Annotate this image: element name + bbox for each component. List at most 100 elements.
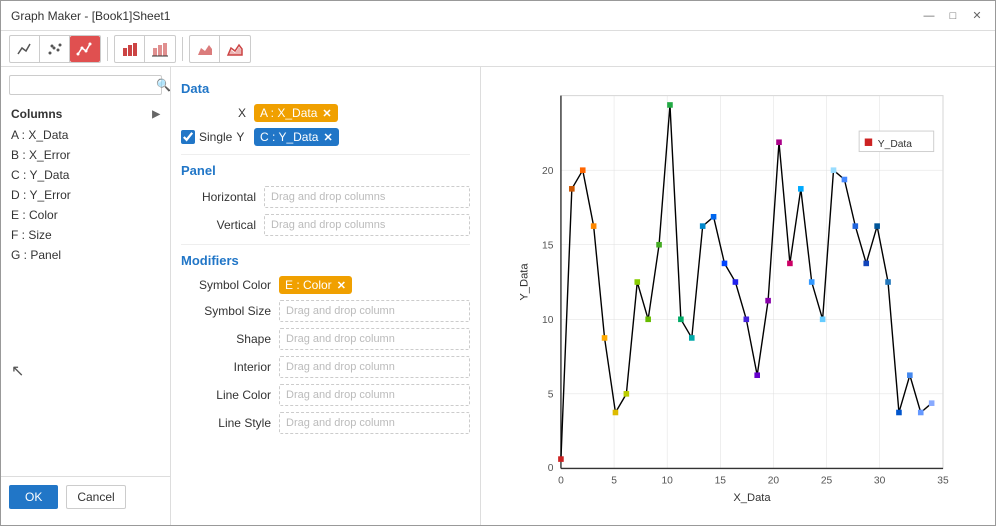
column-c-id: C : <box>11 168 29 182</box>
horizontal-label: Horizontal <box>181 190 256 204</box>
chart-svg: 0 5 10 15 20 0 5 10 15 20 25 30 35 X_Dat… <box>491 77 985 515</box>
line-style-drop-zone[interactable]: Drag and drop column <box>279 412 470 434</box>
column-item-f[interactable]: F : Size <box>1 225 170 245</box>
bar-chart-group <box>114 35 176 63</box>
interior-drop-zone[interactable]: Drag and drop column <box>279 356 470 378</box>
bar-chart-icon <box>121 40 139 58</box>
columns-header: Columns ▶ <box>1 103 170 125</box>
single-label-text: Single <box>199 130 232 144</box>
svg-text:15: 15 <box>715 475 727 486</box>
data-section-title: Data <box>181 81 470 96</box>
vertical-label: Vertical <box>181 218 256 232</box>
columns-label: Columns <box>11 107 62 121</box>
connected-scatter-icon <box>76 40 94 58</box>
bar-chart-button[interactable] <box>115 36 145 62</box>
column-d-name: Y_Error <box>29 188 70 202</box>
column-item-e[interactable]: E : Color <box>1 205 170 225</box>
column-item-d[interactable]: D : Y_Error <box>1 185 170 205</box>
column-b-id: B : <box>11 148 29 162</box>
line-chart-button[interactable] <box>10 36 40 62</box>
column-b-name: X_Error <box>29 148 70 162</box>
x-field-row: X A : X_Data ✕ <box>181 104 470 122</box>
bar-chart-variant-icon <box>151 40 169 58</box>
symbol-size-row: Symbol Size Drag and drop column <box>181 300 470 322</box>
search-input[interactable] <box>14 79 156 91</box>
horizontal-placeholder: Drag and drop columns <box>271 191 385 203</box>
x-field-label: X <box>181 106 246 120</box>
column-item-b[interactable]: B : X_Error <box>1 145 170 165</box>
bottom-buttons: OK Cancel <box>1 476 170 517</box>
chart-panel: 0 5 10 15 20 0 5 10 15 20 25 30 35 X_Dat… <box>481 67 995 525</box>
toolbar <box>1 31 995 67</box>
single-checkbox[interactable] <box>181 130 195 144</box>
ok-button[interactable]: OK <box>9 485 58 509</box>
svg-text:0: 0 <box>558 475 564 486</box>
svg-text:Y_Data: Y_Data <box>518 263 530 301</box>
line-color-placeholder: Drag and drop column <box>286 389 395 401</box>
svg-text:25: 25 <box>821 475 833 486</box>
area-chart-variant-button[interactable] <box>220 36 250 62</box>
column-d-id: D : <box>11 188 29 202</box>
area-chart-icon <box>196 40 214 58</box>
title-bar: Graph Maker - [Book1]Sheet1 — □ ✕ <box>1 1 995 31</box>
svg-text:10: 10 <box>661 475 673 486</box>
line-color-label: Line Color <box>181 388 271 402</box>
connected-scatter-button[interactable] <box>70 36 100 62</box>
vertical-drop-zone[interactable]: Drag and drop columns <box>264 214 470 236</box>
x-data-tag[interactable]: A : X_Data ✕ <box>254 104 338 122</box>
symbol-color-label: Symbol Color <box>181 278 271 292</box>
x-tag-close-icon[interactable]: ✕ <box>322 107 331 120</box>
symbol-size-label: Symbol Size <box>181 304 271 318</box>
toolbar-separator-2 <box>182 37 183 61</box>
svg-text:20: 20 <box>542 166 554 177</box>
area-chart-variant-icon <box>226 40 244 58</box>
y-label-text: Y <box>236 130 244 144</box>
symbol-color-tag-close-icon[interactable]: ✕ <box>337 279 346 292</box>
symbol-size-placeholder: Drag and drop column <box>286 305 395 317</box>
line-style-row: Line Style Drag and drop column <box>181 412 470 434</box>
modifiers-section-title: Modifiers <box>181 253 470 268</box>
cancel-button[interactable]: Cancel <box>66 485 125 509</box>
column-f-name: Size <box>28 228 51 242</box>
horizontal-drop-zone[interactable]: Drag and drop columns <box>264 186 470 208</box>
x-tag-text: A : X_Data <box>260 106 317 120</box>
scatter-chart-button[interactable] <box>40 36 70 62</box>
line-style-label: Line Style <box>181 416 271 430</box>
main-window: Graph Maker - [Book1]Sheet1 — □ ✕ <box>0 0 996 526</box>
divider-1 <box>181 154 470 155</box>
column-item-a[interactable]: A : X_Data <box>1 125 170 145</box>
shape-drop-zone[interactable]: Drag and drop column <box>279 328 470 350</box>
column-g-id: G : <box>11 248 30 262</box>
column-e-name: Color <box>29 208 58 222</box>
column-item-g[interactable]: G : Panel <box>1 245 170 265</box>
svg-text:X_Data: X_Data <box>733 492 771 504</box>
y-field-label: Single Y <box>181 130 246 144</box>
interior-placeholder: Drag and drop column <box>286 361 395 373</box>
window-title: Graph Maker - [Book1]Sheet1 <box>11 9 170 23</box>
svg-text:10: 10 <box>542 315 554 326</box>
column-e-id: E : <box>11 208 29 222</box>
minimize-button[interactable]: — <box>921 8 937 24</box>
close-button[interactable]: ✕ <box>969 8 985 24</box>
column-item-c[interactable]: C : Y_Data <box>1 165 170 185</box>
area-chart-group <box>189 35 251 63</box>
area-chart-button[interactable] <box>190 36 220 62</box>
maximize-button[interactable]: □ <box>945 8 961 24</box>
search-bar[interactable]: 🔍 <box>9 75 162 95</box>
chart-type-group <box>9 35 101 63</box>
shape-row: Shape Drag and drop column <box>181 328 470 350</box>
y-data-tag[interactable]: C : Y_Data ✕ <box>254 128 339 146</box>
symbol-color-tag-text: E : Color <box>285 278 332 292</box>
bar-chart-variant-button[interactable] <box>145 36 175 62</box>
y-tag-close-icon[interactable]: ✕ <box>323 131 332 144</box>
search-icon: 🔍 <box>156 78 171 92</box>
vertical-placeholder: Drag and drop columns <box>271 219 385 231</box>
svg-text:20: 20 <box>768 475 780 486</box>
divider-2 <box>181 244 470 245</box>
symbol-size-drop-zone[interactable]: Drag and drop column <box>279 300 470 322</box>
line-color-drop-zone[interactable]: Drag and drop column <box>279 384 470 406</box>
main-area: 🔍 Columns ▶ A : X_Data B : X_Error C : Y… <box>1 67 995 525</box>
symbol-color-tag[interactable]: E : Color ✕ <box>279 276 352 294</box>
cursor-icon: ↖ <box>11 361 24 381</box>
svg-text:15: 15 <box>542 240 554 251</box>
